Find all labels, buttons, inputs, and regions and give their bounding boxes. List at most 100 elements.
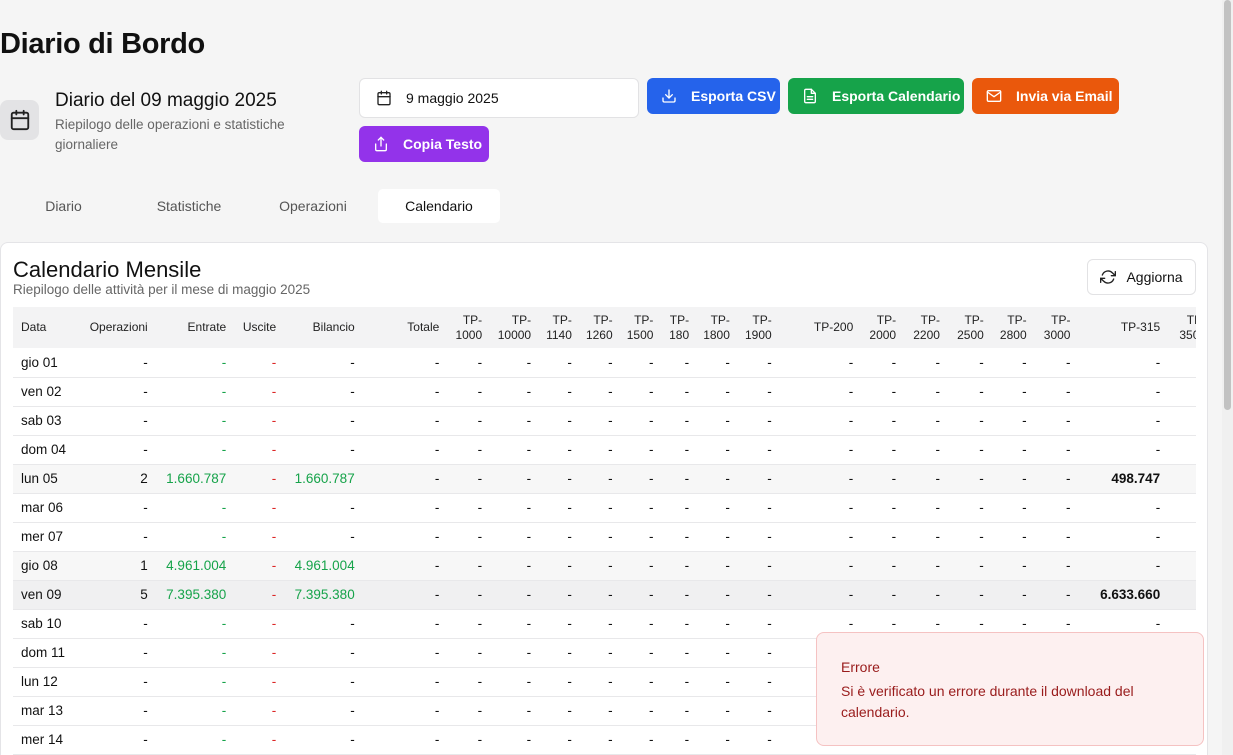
cell-value: - xyxy=(577,348,619,378)
cell-value: - xyxy=(859,551,903,581)
page-scrollbar[interactable] xyxy=(1222,0,1233,755)
cell-value: - xyxy=(735,638,778,668)
cell-value: - xyxy=(659,406,696,436)
column-header: TP-3000 xyxy=(1032,307,1077,348)
cell-value: - xyxy=(360,667,446,697)
table-row[interactable]: mer 07--------------------- xyxy=(13,522,1196,552)
cell-bilancio: 1.660.787 xyxy=(282,464,361,494)
cell-value: - xyxy=(360,580,446,610)
cell-value: - xyxy=(618,725,660,755)
cell-operations: - xyxy=(76,377,154,407)
cell-date: mar 13 xyxy=(13,696,77,726)
column-header: TP-10000 xyxy=(488,307,538,348)
cell-value: - xyxy=(1032,493,1077,523)
cell-value: - xyxy=(445,522,489,552)
export-calendar-button[interactable]: Esporta Calendario xyxy=(788,78,964,114)
cell-value: - xyxy=(1032,406,1077,436)
cell-date: lun 12 xyxy=(13,667,77,697)
copy-text-button[interactable]: Copia Testo xyxy=(359,126,489,162)
cell-value: - xyxy=(989,377,1033,407)
cell-value: - xyxy=(577,609,619,639)
cell-value: - xyxy=(659,348,696,378)
tab-operazioni[interactable]: Operazioni xyxy=(251,189,375,223)
table-row[interactable]: gio 08 1 4.961.004-4.961.004- - - - - - - - - - - - - -… xyxy=(13,551,1196,581)
table-row[interactable]: gio 01--------------------- xyxy=(13,348,1196,378)
share-icon xyxy=(375,136,387,152)
cell-entrate: - xyxy=(153,435,233,465)
cell-value: - xyxy=(445,551,489,581)
cell-value: - xyxy=(777,377,860,407)
column-header: TP-2200 xyxy=(902,307,946,348)
cell-operations: - xyxy=(76,667,154,697)
cell-value: - xyxy=(537,551,578,581)
table-row[interactable]: dom 04--------------------- xyxy=(13,435,1196,465)
table-row[interactable]: sab 03--------------------- xyxy=(13,406,1196,436)
cell-operations: - xyxy=(76,435,154,465)
column-header: TP-3500 xyxy=(1166,307,1196,348)
cell-operations: - xyxy=(76,522,154,552)
cell-value: - xyxy=(445,667,489,697)
table-row[interactable]: ven 09 5 7.395.380-7.395.380- - - - - - - - - - - - - -… xyxy=(13,580,1196,610)
calendar-title: Calendario Mensile xyxy=(13,257,202,282)
refresh-button[interactable]: Aggiorna xyxy=(1087,259,1196,295)
cell-entrate: - xyxy=(153,406,233,436)
cell-value: - xyxy=(777,406,860,436)
cell-uscite: - xyxy=(232,580,283,610)
copy-text-label: Copia Testo xyxy=(403,136,483,152)
table-row[interactable]: lun 05 2 1.660.787-1.660.787- - - - - - - - - - - - - -… xyxy=(13,464,1196,494)
cell-value: - xyxy=(537,580,578,610)
cell-value: - xyxy=(537,696,578,726)
error-toast[interactable]: Errore Si è verificato un errore durante… xyxy=(816,632,1204,746)
column-header: Operazioni xyxy=(76,307,154,348)
send-email-label: Invia via Email xyxy=(1016,88,1113,104)
cell-value: - xyxy=(488,551,538,581)
tab-calendario[interactable]: Calendario xyxy=(377,189,500,223)
cell-value: - xyxy=(577,725,619,755)
cell-value: - xyxy=(445,493,489,523)
cell-value: - xyxy=(859,580,903,610)
cell-bilancio: - xyxy=(282,348,361,378)
cell-value: - xyxy=(445,696,489,726)
column-header: TP-1140 xyxy=(537,307,578,348)
tab-diario[interactable]: Diario xyxy=(0,189,127,223)
cell-uscite: - xyxy=(232,609,283,639)
cell-value: - xyxy=(902,406,946,436)
cell-value: - xyxy=(577,377,619,407)
cell-value: - xyxy=(1166,522,1196,552)
cell-value: - xyxy=(695,551,736,581)
cell-value: - xyxy=(902,464,946,494)
scrollbar-thumb[interactable] xyxy=(1224,0,1231,410)
tab-statistiche[interactable]: Statistiche xyxy=(127,189,251,223)
cell-value: - xyxy=(445,638,489,668)
cell-value: - xyxy=(445,435,489,465)
cell-uscite: - xyxy=(232,377,283,407)
cell-value: - xyxy=(1166,551,1196,581)
date-picker[interactable]: 9 maggio 2025 xyxy=(359,78,639,118)
table-row[interactable]: mar 06--------------------- xyxy=(13,493,1196,523)
column-header: TP-1000 xyxy=(445,307,489,348)
table-row[interactable]: ven 02--------------------- xyxy=(13,377,1196,407)
cell-date: ven 09 xyxy=(13,580,77,610)
cell-value: - xyxy=(735,667,778,697)
cell-value: - xyxy=(1166,580,1196,610)
cell-operations: - xyxy=(76,725,154,755)
send-email-button[interactable]: Invia via Email xyxy=(972,78,1119,114)
table-header-row: Data Operazioni Entrate Uscite Bilancio Total… xyxy=(13,307,1196,348)
cell-value: - xyxy=(1032,435,1077,465)
column-header: TP-1900 xyxy=(735,307,778,348)
cell-value: - xyxy=(618,551,660,581)
mail-icon xyxy=(986,90,1002,102)
cell-value: - xyxy=(735,551,778,581)
cell-operations: - xyxy=(76,406,154,436)
cell-value: - xyxy=(659,377,696,407)
cell-value: - xyxy=(488,725,538,755)
export-csv-button[interactable]: Esporta CSV xyxy=(647,78,780,114)
cell-value: - xyxy=(777,348,860,378)
cell-entrate: - xyxy=(153,377,233,407)
cell-value: - xyxy=(1032,522,1077,552)
column-header: Uscite xyxy=(232,307,283,348)
cell-bilancio: - xyxy=(282,609,361,639)
cell-value: - xyxy=(360,435,446,465)
cell-value: - xyxy=(659,522,696,552)
cell-value: - xyxy=(360,609,446,639)
